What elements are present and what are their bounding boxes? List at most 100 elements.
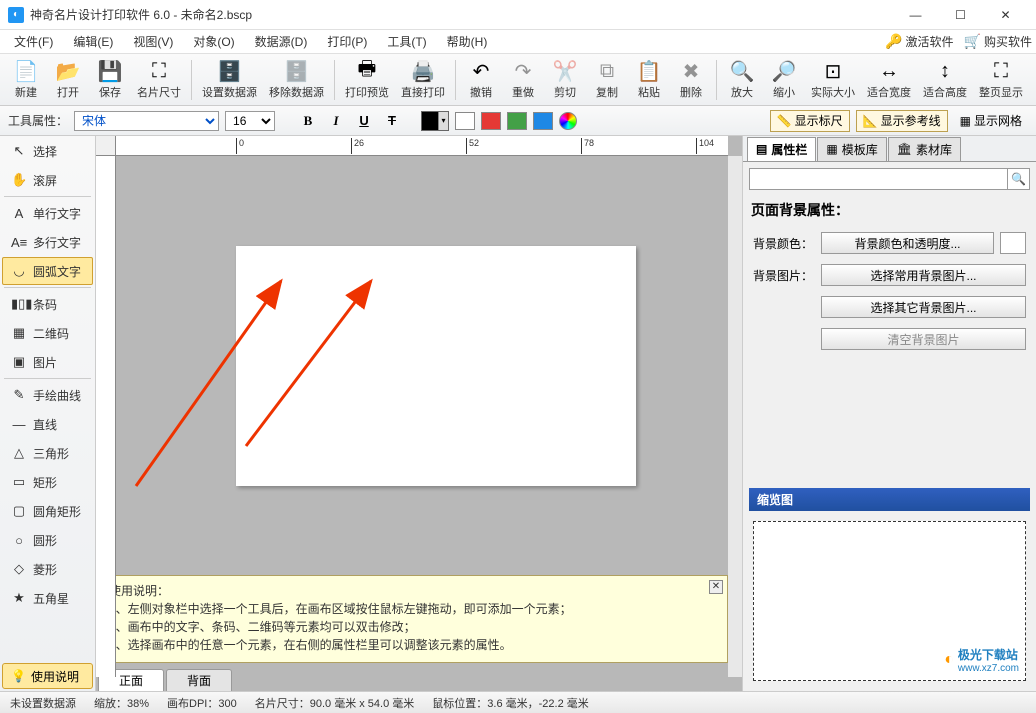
set-datasource-button[interactable]: 🗄️设置数据源 xyxy=(197,57,262,103)
color-white[interactable] xyxy=(455,112,475,130)
zoom-out-icon: 🔎 xyxy=(772,59,796,83)
tool-icon-0: ↖ xyxy=(11,143,27,159)
remove-ds-icon: 🗄️ xyxy=(285,59,309,83)
strikethrough-button[interactable]: T xyxy=(381,111,403,131)
tool-9[interactable]: —直线 xyxy=(2,410,93,438)
italic-button[interactable]: I xyxy=(325,111,347,131)
print-preview-button[interactable]: 🖶打印预览 xyxy=(340,57,394,103)
tool-11[interactable]: ▭矩形 xyxy=(2,468,93,496)
status-zoom: 缩放：38% xyxy=(94,695,149,711)
tab-back[interactable]: 背面 xyxy=(166,669,232,691)
tool-icon-12: ▢ xyxy=(11,503,27,519)
assets-icon: 🏛 xyxy=(897,142,912,156)
search-button[interactable]: 🔍 xyxy=(1007,169,1029,189)
remove-datasource-button[interactable]: 🗄️移除数据源 xyxy=(264,57,329,103)
activate-link[interactable]: 🔑激活软件 xyxy=(885,33,953,50)
tool-3[interactable]: A≡多行文字 xyxy=(2,228,93,256)
tool-icon-9: — xyxy=(11,417,27,432)
open-button[interactable]: 📂打开 xyxy=(48,57,88,103)
minimize-button[interactable]: — xyxy=(893,0,938,30)
paste-icon: 📋 xyxy=(637,59,661,83)
tab-assets[interactable]: 🏛素材库 xyxy=(888,137,961,161)
canvas-viewport[interactable] xyxy=(116,156,728,571)
tool-label-11: 矩形 xyxy=(33,474,57,491)
color-blue[interactable] xyxy=(533,112,553,130)
font-size-select[interactable]: 16 xyxy=(225,111,275,131)
tool-15[interactable]: ★五角星 xyxy=(2,584,93,612)
actual-size-button[interactable]: ⊡实际大小 xyxy=(806,57,860,103)
ruler-icon: 📏 xyxy=(777,114,792,128)
tool-10[interactable]: △三角形 xyxy=(2,439,93,467)
redo-button[interactable]: ↷重做 xyxy=(503,57,543,103)
tab-properties[interactable]: ▤属性栏 xyxy=(747,137,816,161)
paste-button[interactable]: 📋粘贴 xyxy=(629,57,669,103)
status-datasource: 未设置数据源 xyxy=(10,695,76,711)
menu-file[interactable]: 文件(F) xyxy=(4,31,63,52)
tool-7[interactable]: ▣图片 xyxy=(2,348,93,376)
fit-page-button[interactable]: ⛶整页显示 xyxy=(974,57,1028,103)
tab-templates[interactable]: ▦模板库 xyxy=(817,137,886,161)
bg-color-swatch[interactable] xyxy=(1000,232,1026,254)
zoom-out-button[interactable]: 🔎缩小 xyxy=(764,57,804,103)
delete-button[interactable]: ✖删除 xyxy=(671,57,711,103)
tool-2[interactable]: A单行文字 xyxy=(2,199,93,227)
menu-help[interactable]: 帮助(H) xyxy=(437,31,498,52)
bg-color-button[interactable]: 背景颜色和透明度... xyxy=(821,232,994,254)
cut-button[interactable]: ✂️剪切 xyxy=(545,57,585,103)
vertical-ruler[interactable] xyxy=(96,156,116,677)
text-color-picker[interactable]: ▾ xyxy=(421,111,449,131)
bg-image-clear-button[interactable]: 清空背景图片 xyxy=(821,328,1026,350)
help-close-button[interactable]: ✕ xyxy=(709,580,723,594)
canvas-area: 0 26 52 78 104 ✕ 使用说明： 1、左侧对象栏中选择一个工具后，在… xyxy=(96,136,742,691)
redo-icon: ↷ xyxy=(511,59,535,83)
horizontal-ruler[interactable]: 0 26 52 78 104 xyxy=(116,136,728,156)
fit-height-button[interactable]: ↕适合高度 xyxy=(918,57,972,103)
bg-image-other-button[interactable]: 选择其它背景图片... xyxy=(821,296,1026,318)
tool-5[interactable]: ▮▯▮条码 xyxy=(2,290,93,318)
underline-button[interactable]: U xyxy=(353,111,375,131)
show-grid-button[interactable]: ▦显示网格 xyxy=(954,110,1028,132)
tool-4[interactable]: ◡圆弧文字 xyxy=(2,257,93,285)
close-button[interactable]: ✕ xyxy=(983,0,1028,30)
show-ruler-button[interactable]: 📏显示标尺 xyxy=(770,110,850,132)
search-input[interactable] xyxy=(750,172,1007,186)
fit-width-button[interactable]: ↔适合宽度 xyxy=(862,57,916,103)
menu-edit[interactable]: 编辑(E) xyxy=(63,31,123,52)
tool-palette: ↖选择✋滚屏A单行文字A≡多行文字◡圆弧文字▮▯▮条码▦二维码▣图片✎手绘曲线—… xyxy=(0,136,96,691)
bg-image-common-button[interactable]: 选择常用背景图片... xyxy=(821,264,1026,286)
tool-12[interactable]: ▢圆角矩形 xyxy=(2,497,93,525)
menu-datasource[interactable]: 数据源(D) xyxy=(245,31,318,52)
tool-13[interactable]: ○圆形 xyxy=(2,526,93,554)
zoom-in-button[interactable]: 🔍放大 xyxy=(722,57,762,103)
print-button[interactable]: 🖨️直接打印 xyxy=(396,57,450,103)
tool-0[interactable]: ↖选择 xyxy=(2,137,93,165)
copy-button[interactable]: ⧉复制 xyxy=(587,57,627,103)
buy-link[interactable]: 🛒购买软件 xyxy=(964,33,1032,50)
menu-object[interactable]: 对象(O) xyxy=(183,31,244,52)
tool-icon-1: ✋ xyxy=(11,172,27,188)
font-select[interactable]: 宋体 xyxy=(74,111,219,131)
menu-tools[interactable]: 工具(T) xyxy=(377,31,436,52)
cardsize-button[interactable]: ⛶名片尺寸 xyxy=(132,57,186,103)
tool-1[interactable]: ✋滚屏 xyxy=(2,166,93,194)
tool-14[interactable]: ◇菱形 xyxy=(2,555,93,583)
usage-help-button[interactable]: 💡使用说明 xyxy=(2,663,93,689)
tool-6[interactable]: ▦二维码 xyxy=(2,319,93,347)
show-guides-button[interactable]: 📐显示参考线 xyxy=(856,110,948,132)
save-button[interactable]: 💾保存 xyxy=(90,57,130,103)
new-button[interactable]: 📄新建 xyxy=(6,57,46,103)
menu-view[interactable]: 视图(V) xyxy=(123,31,183,52)
menu-print[interactable]: 打印(P) xyxy=(317,31,377,52)
color-green[interactable] xyxy=(507,112,527,130)
color-red[interactable] xyxy=(481,112,501,130)
tool-label-13: 圆形 xyxy=(33,532,57,549)
tool-8[interactable]: ✎手绘曲线 xyxy=(2,381,93,409)
maximize-button[interactable]: ☐ xyxy=(938,0,983,30)
vertical-scrollbar[interactable] xyxy=(728,156,742,677)
color-wheel-button[interactable] xyxy=(559,112,577,130)
canvas-page[interactable] xyxy=(236,246,636,486)
undo-button[interactable]: ↶撤销 xyxy=(461,57,501,103)
grid-icon: ▦ xyxy=(960,114,971,128)
templates-icon: ▦ xyxy=(826,142,837,156)
bold-button[interactable]: B xyxy=(297,111,319,131)
